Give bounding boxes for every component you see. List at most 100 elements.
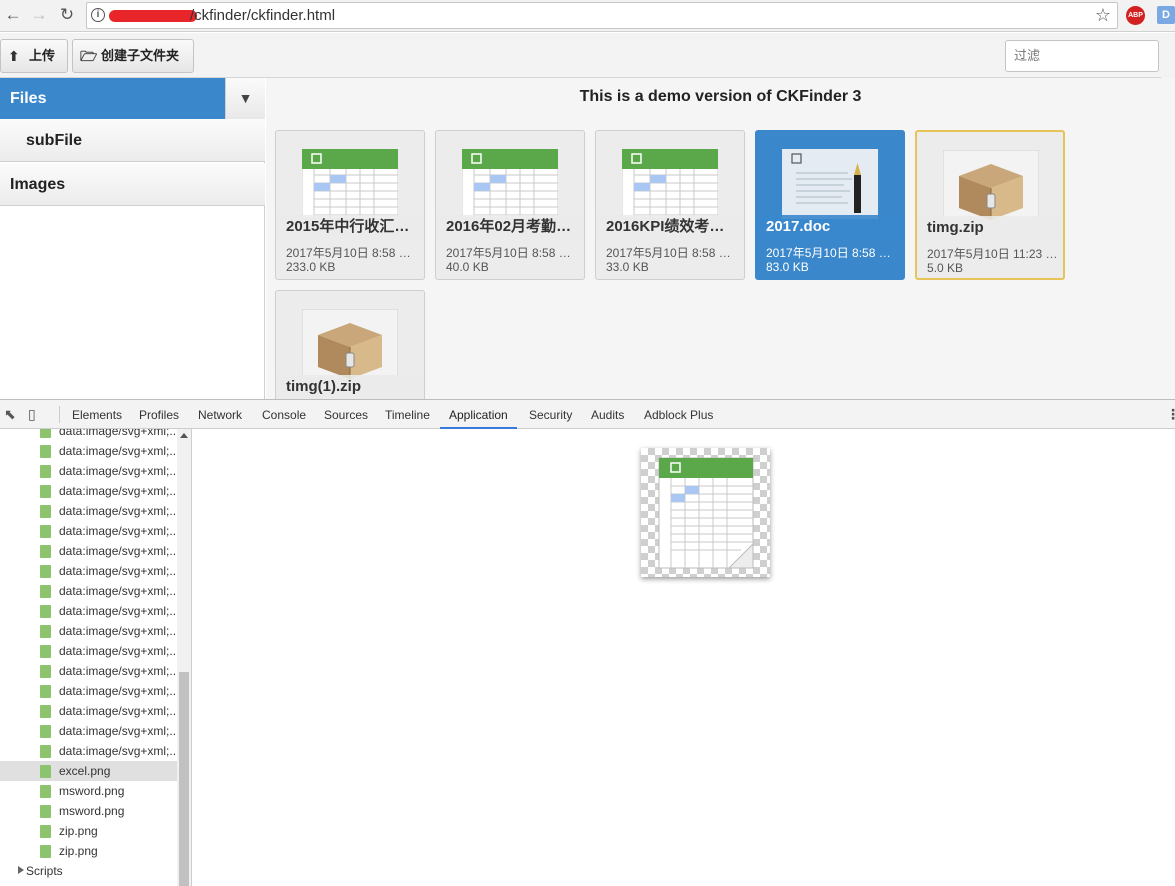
tab-network[interactable]: Network — [198, 400, 242, 429]
resource-label: zip.png — [59, 844, 98, 858]
folder-files[interactable]: Files — [0, 78, 225, 119]
resource-label: data:image/svg+xml;... — [59, 544, 177, 558]
resource-row[interactable]: msword.png — [0, 781, 177, 801]
excel-file-icon — [462, 149, 558, 219]
scripts-label: Scripts — [26, 864, 63, 878]
file-date: 2017年5月10日 8:58 上午 — [606, 246, 738, 260]
resource-label: data:image/svg+xml;... — [59, 564, 177, 578]
url-text: /ckfinder/ckfinder.html — [190, 7, 336, 24]
resource-row[interactable]: data:image/svg+xml;... — [0, 461, 177, 481]
resource-row[interactable]: data:image/svg+xml;... — [0, 641, 177, 661]
folder-images[interactable]: Images — [0, 163, 265, 206]
file-tile[interactable]: 2016年02月考勤表.xlsx 2017年5月10日 8:58 上午 40.0… — [435, 130, 585, 280]
resource-scrollbar[interactable] — [177, 429, 191, 886]
word-file-icon — [782, 149, 878, 219]
new-folder-label: 创建子文件夹 — [101, 48, 180, 63]
browser-toolbar: ← → ↻ i /ckfinder/ckfinder.html ☆ ABP D — [0, 0, 1175, 32]
expand-triangle-icon[interactable] — [18, 866, 24, 874]
tab-timeline[interactable]: Timeline — [385, 400, 430, 429]
file-name: 2015年中行收汇明细表.xlsx — [276, 215, 424, 239]
address-bar[interactable]: i /ckfinder/ckfinder.html ☆ — [86, 2, 1118, 29]
resource-row[interactable]: data:image/svg+xml;... — [0, 581, 177, 601]
scroll-up-icon[interactable] — [180, 433, 188, 438]
extension-d-icon[interactable]: D — [1157, 6, 1175, 24]
resource-row[interactable]: data:image/svg+xml;... — [0, 701, 177, 721]
resource-row[interactable]: data:image/svg+xml;... — [0, 521, 177, 541]
resource-row[interactable]: msword.png — [0, 801, 177, 821]
image-file-icon — [40, 845, 51, 858]
resource-row[interactable]: zip.png — [0, 841, 177, 861]
excel-file-icon — [622, 149, 718, 219]
more-menu-icon[interactable]: ⋮ — [1166, 407, 1175, 421]
resource-label: data:image/svg+xml;... — [59, 704, 177, 718]
folder-add-icon: 🗁 — [80, 48, 98, 64]
forward-arrow-icon[interactable]: → — [28, 4, 50, 26]
tab-application[interactable]: Application — [440, 400, 517, 429]
tab-profiles[interactable]: Profiles — [139, 400, 179, 429]
excel-file-icon — [302, 149, 398, 219]
image-file-icon — [40, 605, 51, 618]
image-file-icon — [40, 725, 51, 738]
resource-row[interactable]: data:image/svg+xml;... — [0, 441, 177, 461]
upload-button[interactable]: ⬆ 上传 — [0, 39, 68, 73]
file-tile[interactable]: timg(1).zip — [275, 290, 425, 399]
file-tile[interactable]: 2016KPI绩效考核表.xlsx 2017年5月10日 8:58 上午 33.… — [595, 130, 745, 280]
file-date: 2017年5月10日 8:58 上午 — [766, 246, 898, 260]
image-file-icon — [40, 585, 51, 598]
toolbar-scrollbar[interactable] — [1161, 33, 1175, 78]
file-size: 5.0 KB — [927, 261, 964, 275]
reload-icon[interactable]: ↻ — [56, 4, 78, 26]
resource-row[interactable]: data:image/svg+xml;... — [0, 741, 177, 761]
resource-row[interactable]: zip.png — [0, 821, 177, 841]
folder-subfile[interactable]: subFile — [0, 119, 265, 162]
resource-row[interactable]: data:image/svg+xml;... — [0, 721, 177, 741]
excel-file-icon — [658, 457, 754, 569]
image-file-icon — [40, 665, 51, 678]
bookmark-star-icon[interactable]: ☆ — [1095, 5, 1111, 26]
back-arrow-icon[interactable]: ← — [2, 4, 24, 26]
resource-row[interactable]: data:image/svg+xml;... — [0, 661, 177, 681]
resource-row[interactable]: data:image/svg+xml;... — [0, 429, 177, 441]
info-icon[interactable]: i — [91, 8, 105, 22]
device-mode-icon[interactable]: ▯ — [28, 407, 36, 421]
image-file-icon — [40, 545, 51, 558]
tab-sources[interactable]: Sources — [324, 400, 368, 429]
resource-tree: data:image/svg+xml;... data:image/svg+xm… — [0, 429, 192, 886]
scrollbar-thumb[interactable] — [179, 672, 189, 886]
tab-elements[interactable]: Elements — [72, 400, 122, 429]
tab-adblock-plus[interactable]: Adblock Plus — [644, 400, 713, 429]
image-file-icon — [40, 565, 51, 578]
file-size: 40.0 KB — [446, 260, 489, 274]
inspect-element-icon[interactable]: ⬉ — [4, 407, 16, 421]
scripts-tree-node[interactable]: Scripts — [0, 861, 177, 881]
resource-row[interactable]: data:image/svg+xml;... — [0, 621, 177, 641]
file-tile-selected[interactable]: 2017.doc 2017年5月10日 8:58 上午 83.0 KB — [755, 130, 905, 280]
tab-console[interactable]: Console — [262, 400, 306, 429]
file-size: 233.0 KB — [286, 260, 336, 274]
image-file-icon — [40, 485, 51, 498]
file-tile[interactable]: 2015年中行收汇明细表.xlsx 2017年5月10日 8:58 上午 233… — [275, 130, 425, 280]
ckfinder-toolbar: ⬆ 上传 🗁 创建子文件夹 — [0, 33, 1175, 78]
resource-row[interactable]: data:image/svg+xml;... — [0, 541, 177, 561]
file-tile-focused[interactable]: timg.zip 2017年5月10日 11:23 上午 5.0 KB — [915, 130, 1065, 280]
resource-label: data:image/svg+xml;... — [59, 724, 177, 738]
demo-title: This is a demo version of CKFinder 3 — [579, 88, 862, 105]
resource-label: data:image/svg+xml;... — [59, 429, 177, 438]
tab-audits[interactable]: Audits — [591, 400, 624, 429]
resource-row-selected[interactable]: excel.png — [0, 761, 177, 781]
resource-row[interactable]: data:image/svg+xml;... — [0, 481, 177, 501]
adblock-extension-icon[interactable]: ABP — [1126, 6, 1145, 25]
resource-row[interactable]: data:image/svg+xml;... — [0, 601, 177, 621]
zip-file-icon — [302, 309, 398, 379]
resource-row[interactable]: data:image/svg+xml;... — [0, 561, 177, 581]
filter-input[interactable] — [1005, 40, 1159, 72]
chevron-down-icon[interactable]: ▼ — [225, 78, 265, 119]
image-file-icon — [40, 765, 51, 778]
new-folder-button[interactable]: 🗁 创建子文件夹 — [72, 39, 194, 73]
resource-row[interactable]: data:image/svg+xml;... — [0, 681, 177, 701]
image-file-icon — [40, 745, 51, 758]
file-date: 2017年5月10日 8:58 上午 — [286, 246, 418, 260]
tab-security[interactable]: Security — [529, 400, 572, 429]
file-name: 2016年02月考勤表.xlsx — [436, 215, 584, 239]
resource-row[interactable]: data:image/svg+xml;... — [0, 501, 177, 521]
